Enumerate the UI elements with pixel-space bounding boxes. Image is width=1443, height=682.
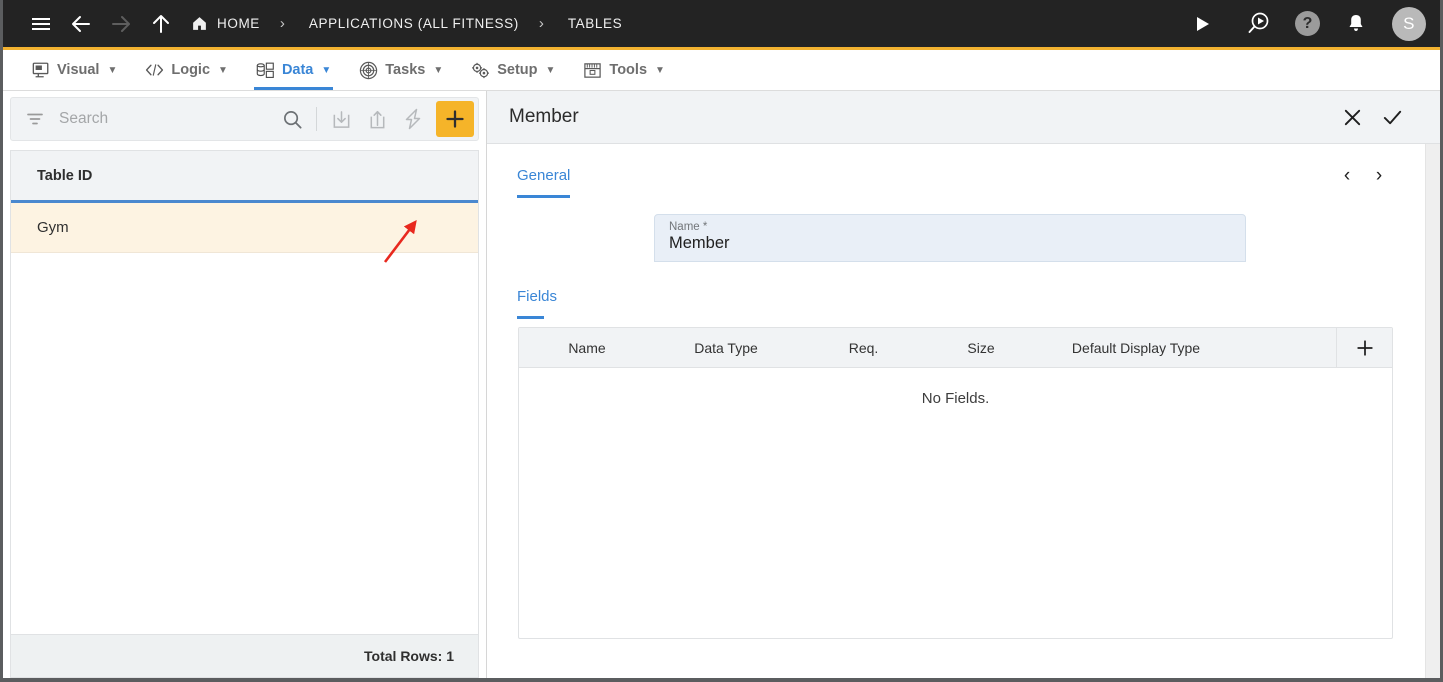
breadcrumb-separator-2: › (538, 15, 544, 32)
topbar-left-group: HOME › APPLICATIONS (ALL FITNESS) › TABL… (21, 4, 1183, 44)
menu-label-logic: Logic (171, 62, 211, 78)
hamburger-icon[interactable] (21, 4, 61, 44)
chevron-down-icon: ▼ (218, 64, 228, 76)
column-header-default-display-type[interactable]: Default Display Type (1032, 340, 1232, 356)
arrow-right-icon (101, 4, 141, 44)
workspace: Table ID Gym Total Rows: 1 (3, 91, 1440, 678)
cell-table-id: Gym (37, 219, 69, 236)
chevron-down-icon: ▼ (321, 64, 332, 76)
fields-section-label[interactable]: Fields (517, 288, 557, 319)
tables-grid-rows: Gym (11, 203, 478, 634)
page-title: Member (509, 106, 579, 127)
breadcrumb-separator: › (279, 15, 285, 32)
total-rows-label: Total Rows: 1 (364, 648, 454, 664)
export-share-icon[interactable] (360, 102, 394, 136)
chevron-down-icon: ▼ (545, 64, 556, 76)
toolbar-divider (316, 107, 317, 131)
menu-item-data[interactable]: Data ▼ (242, 50, 345, 90)
magnifier-icon[interactable] (275, 102, 309, 136)
top-navigation-bar: HOME › APPLICATIONS (ALL FITNESS) › TABL… (3, 0, 1440, 47)
fields-table: Name Data Type Req. Size Default Display… (518, 327, 1393, 639)
chevron-down-icon: ▼ (433, 64, 444, 76)
column-header-name[interactable]: Name (519, 340, 647, 356)
menu-label-data: Data (281, 62, 314, 78)
menu-label-setup: Setup (497, 62, 538, 78)
play-icon[interactable] (1183, 4, 1223, 44)
application-window: HOME › APPLICATIONS (ALL FITNESS) › TABL… (0, 0, 1443, 682)
fields-table-header: Name Data Type Req. Size Default Display… (519, 328, 1392, 368)
name-field-wrapper[interactable]: Name * (654, 214, 1246, 262)
detail-tabs: General ‹ › (487, 144, 1425, 198)
add-field-button[interactable] (1336, 328, 1392, 367)
breadcrumb-item-tables[interactable]: TABLES (558, 16, 628, 31)
menu-label-tools: Tools (609, 62, 648, 78)
confirm-check-icon[interactable] (1372, 97, 1412, 137)
filter-icon[interactable] (21, 105, 49, 133)
fields-section-header: Fields (487, 262, 1425, 319)
avatar[interactable]: S (1392, 6, 1426, 41)
tab-general[interactable]: General (517, 167, 571, 198)
menu-item-logic[interactable]: Logic ▼ (131, 50, 242, 90)
toolbox-icon (583, 61, 602, 80)
next-record-button[interactable]: › (1363, 160, 1395, 192)
fields-table-empty-state: No Fields. (519, 368, 1392, 638)
tables-grid: Table ID Gym (10, 150, 479, 634)
arrow-left-icon[interactable] (61, 4, 101, 44)
gears-icon (471, 61, 490, 80)
breadcrumb-item-home[interactable]: HOME (181, 15, 266, 32)
detail-scroll-area: General ‹ › Name * Fields Name (487, 144, 1440, 678)
target-icon (359, 61, 378, 80)
menu-item-visual[interactable]: Visual ▼ (17, 50, 131, 90)
monitor-icon (31, 61, 50, 80)
topbar-actions-group: ? S (1183, 4, 1426, 44)
record-detail-panel: Member General ‹ › Name * Member Fields … (487, 91, 1440, 678)
magnifier-play-icon[interactable] (1239, 4, 1279, 44)
add-table-button[interactable] (436, 101, 474, 137)
breadcrumb-label-tables: TABLES (567, 16, 623, 31)
database-icon (256, 61, 275, 80)
detail-header: Member (487, 91, 1440, 144)
menu-item-tools[interactable]: Tools ▼ (569, 50, 679, 90)
previous-record-button[interactable]: ‹ (1331, 160, 1363, 192)
column-header-data-type[interactable]: Data Type (647, 340, 797, 356)
lightning-bolt-icon[interactable] (396, 102, 430, 136)
column-header-req[interactable]: Req. (797, 340, 922, 356)
column-header-size[interactable]: Size (922, 340, 1032, 356)
home-icon (191, 15, 208, 32)
detail-content: General ‹ › Name * Fields Name (487, 144, 1425, 678)
breadcrumb-label-applications: APPLICATIONS (ALL FITNESS) (308, 16, 519, 31)
name-field-label: Name * (669, 221, 708, 233)
search-input[interactable] (51, 110, 273, 128)
chevron-down-icon: ▼ (655, 64, 665, 76)
arrow-up-icon[interactable] (141, 4, 181, 44)
name-input[interactable] (669, 234, 1231, 253)
code-icon (145, 61, 164, 80)
import-download-icon[interactable] (324, 102, 358, 136)
column-header-table-id[interactable]: Table ID (11, 151, 478, 203)
breadcrumb-label-home: HOME (217, 16, 260, 31)
empty-message: No Fields. (921, 390, 990, 407)
breadcrumb-item-applications[interactable]: APPLICATIONS (ALL FITNESS) (299, 16, 525, 31)
list-toolbar (10, 97, 479, 141)
menu-item-tasks[interactable]: Tasks ▼ (345, 50, 457, 90)
module-menu-bar: Visual ▼ Logic ▼ Data ▼ Tasks ▼ Setup ▼ … (3, 50, 1440, 91)
menu-label-visual: Visual (57, 62, 100, 78)
close-icon[interactable] (1332, 97, 1372, 137)
chevron-down-icon: ▼ (107, 64, 118, 76)
tables-list-panel: Table ID Gym Total Rows: 1 (3, 91, 487, 678)
menu-item-setup[interactable]: Setup ▼ (457, 50, 569, 90)
vertical-scrollbar[interactable] (1425, 144, 1440, 678)
table-row[interactable]: Gym (11, 203, 478, 253)
question-icon[interactable]: ? (1295, 11, 1320, 36)
list-footer: Total Rows: 1 (10, 634, 479, 678)
menu-label-tasks: Tasks (385, 62, 426, 78)
bell-icon[interactable] (1336, 4, 1376, 44)
